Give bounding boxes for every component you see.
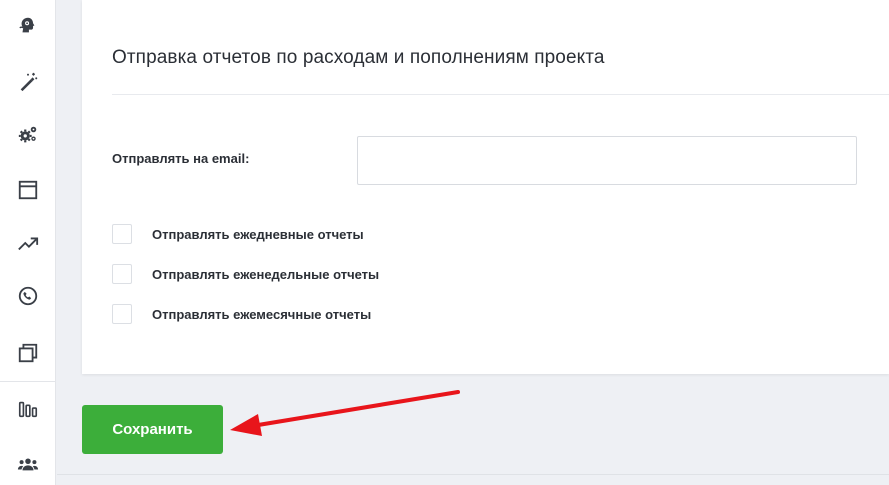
magic-wand-icon	[20, 72, 38, 92]
sidebar-item-settings[interactable]	[0, 115, 56, 155]
daily-reports-checkbox[interactable]	[112, 224, 132, 244]
sidebar-divider	[0, 381, 56, 382]
email-label: Отправлять на email:	[112, 151, 250, 166]
copy-icon	[18, 343, 38, 363]
report-settings-card: Отправка отчетов по расходам и пополнени…	[82, 0, 889, 374]
gears-icon	[18, 126, 37, 143]
main-content: Отправка отчетов по расходам и пополнени…	[57, 0, 889, 485]
weekly-reports-label: Отправлять еженедельные отчеты	[152, 266, 380, 282]
monthly-reports-option[interactable]: Отправлять ежемесячные отчеты	[112, 304, 371, 324]
sidebar-item-brain[interactable]	[0, 6, 56, 46]
sidebar-item-copy[interactable]	[0, 333, 56, 373]
monthly-reports-checkbox[interactable]	[112, 304, 132, 324]
daily-reports-option[interactable]: Отправлять ежедневные отчеты	[112, 224, 364, 244]
browser-window-icon	[18, 180, 38, 200]
section-title: Отправка отчетов по расходам и пополнени…	[112, 47, 605, 68]
sidebar-item-users[interactable]	[0, 444, 56, 484]
email-input[interactable]	[357, 136, 857, 185]
sidebar-item-magic[interactable]	[0, 62, 56, 102]
bar-chart-icon	[18, 401, 38, 418]
sidebar-item-reports[interactable]	[0, 389, 56, 429]
weekly-reports-checkbox[interactable]	[112, 264, 132, 284]
trending-up-icon	[18, 237, 39, 251]
sidebar-item-calls[interactable]	[0, 276, 56, 316]
brain-head-icon	[19, 17, 35, 33]
sidebar	[0, 0, 56, 485]
save-button[interactable]: Сохранить	[82, 405, 223, 454]
users-icon	[17, 458, 39, 471]
monthly-reports-label: Отправлять ежемесячные отчеты	[152, 306, 372, 322]
phone-icon	[18, 286, 38, 306]
sidebar-item-stats[interactable]	[0, 223, 56, 263]
sidebar-item-window[interactable]	[0, 170, 56, 210]
title-divider	[112, 94, 889, 95]
weekly-reports-option[interactable]: Отправлять еженедельные отчеты	[112, 264, 379, 284]
daily-reports-label: Отправлять ежедневные отчеты	[152, 226, 364, 242]
footer-divider	[57, 474, 889, 475]
